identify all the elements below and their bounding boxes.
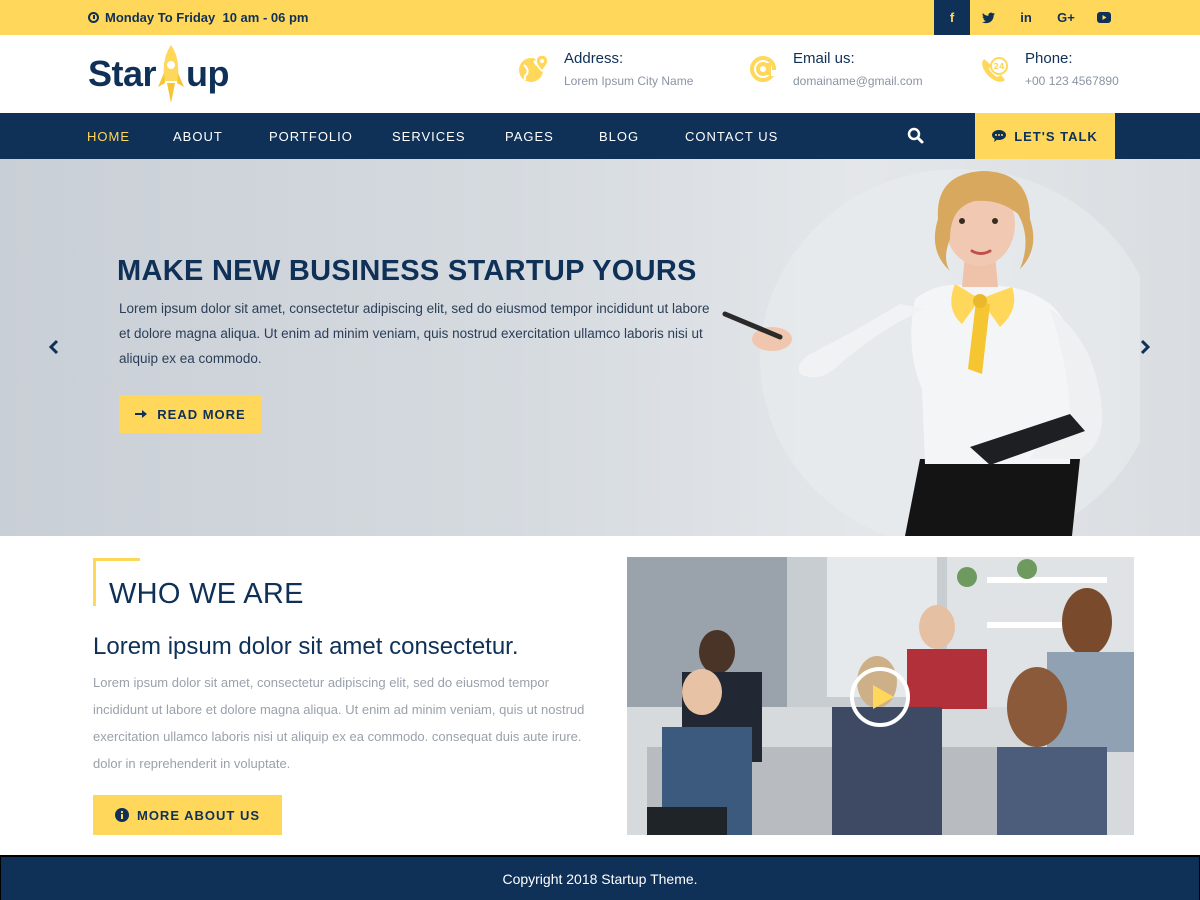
play-icon[interactable] [848, 665, 912, 729]
email-value[interactable]: domainame@gmail.com [793, 72, 923, 90]
globe-pin-icon [519, 54, 549, 82]
read-more-button[interactable]: READ MORE [119, 395, 262, 433]
nav-item-services[interactable]: SERVICES [392, 113, 466, 159]
nav-item-pages[interactable]: PAGES [505, 113, 554, 159]
site-footer: Copyright 2018 Startup Theme. [0, 855, 1200, 900]
address-value: Lorem Ipsum City Name [564, 74, 694, 88]
nav-item-contact-us[interactable]: CONTACT US [685, 113, 778, 159]
nav-item-blog[interactable]: BLOG [599, 113, 639, 159]
twitter-icon[interactable] [970, 0, 1006, 35]
site-logo[interactable]: Star up [88, 43, 230, 105]
copyright-text: Copyright 2018 Startup Theme. [502, 870, 698, 887]
lets-talk-label: LET'S TALK [1014, 128, 1098, 144]
phone-label: Phone: [1025, 50, 1073, 67]
business-hours-text: Monday To Friday 10 am - 06 pm [105, 10, 309, 25]
rocket-icon [158, 45, 185, 103]
youtube-icon[interactable] [1086, 0, 1122, 35]
arrow-right-icon [135, 410, 148, 418]
who-we-are-subtitle: Lorem ipsum dolor sit amet consectetur. [93, 633, 519, 660]
at-sign-icon [750, 56, 777, 82]
hero-woman-image [722, 169, 1140, 536]
email-info: Email us: domainame@gmail.com [747, 49, 923, 90]
svg-text:24: 24 [993, 62, 1005, 71]
business-hours: Monday To Friday 10 am - 06 pm [88, 0, 308, 35]
who-we-are-title: WHO WE ARE [109, 578, 304, 610]
phone-24-icon: 24 [982, 57, 1008, 82]
read-more-label: READ MORE [157, 406, 246, 422]
lets-talk-button[interactable]: LET'S TALK [975, 113, 1115, 159]
social-links: f in G+ [934, 0, 1122, 35]
chat-bubble-icon [992, 130, 1007, 142]
hero-title: MAKE NEW BUSINESS STARTUP YOURS [117, 255, 697, 287]
facebook-icon[interactable]: f [934, 0, 970, 35]
phone-info: 24 Phone: +00 123 4567890 [979, 49, 1119, 90]
site-header: Star up Address: Lorem Ipsum City Name E… [0, 35, 1200, 113]
nav-item-about[interactable]: ABOUT [173, 113, 223, 159]
address-info: Address: Lorem Ipsum City Name [518, 49, 693, 90]
nav-item-portfolio[interactable]: PORTFOLIO [269, 113, 353, 159]
team-video[interactable] [627, 557, 1134, 835]
slider-prev-icon[interactable] [44, 337, 64, 357]
linkedin-icon[interactable]: in [1006, 0, 1046, 35]
slider-next-icon[interactable] [1135, 337, 1155, 357]
hero-text: Lorem ipsum dolor sit amet, consectetur … [119, 301, 710, 366]
clock-icon [88, 12, 99, 23]
logo-text-right: up [186, 53, 230, 94]
who-we-are-text: Lorem ipsum dolor sit amet, consectetur … [93, 675, 585, 771]
more-about-us-button[interactable]: MORE ABOUT US [93, 795, 282, 835]
more-about-us-label: MORE ABOUT US [136, 807, 261, 823]
google-plus-icon[interactable]: G+ [1046, 0, 1086, 35]
info-circle-icon [114, 808, 129, 822]
nav-item-home[interactable]: HOME [87, 113, 130, 161]
main-nav: HOME ABOUT PORTFOLIO SERVICES PAGES BLOG… [0, 113, 1200, 161]
address-label: Address: [564, 50, 624, 67]
hero-slider: MAKE NEW BUSINESS STARTUP YOURS Lorem ip… [0, 159, 1200, 536]
email-label: Email us: [793, 50, 855, 67]
top-bar: Monday To Friday 10 am - 06 pm f in G+ [0, 0, 1200, 35]
logo-text-left: Star [88, 53, 157, 94]
phone-value[interactable]: +00 123 4567890 [1025, 72, 1119, 90]
search-icon[interactable] [906, 126, 926, 146]
